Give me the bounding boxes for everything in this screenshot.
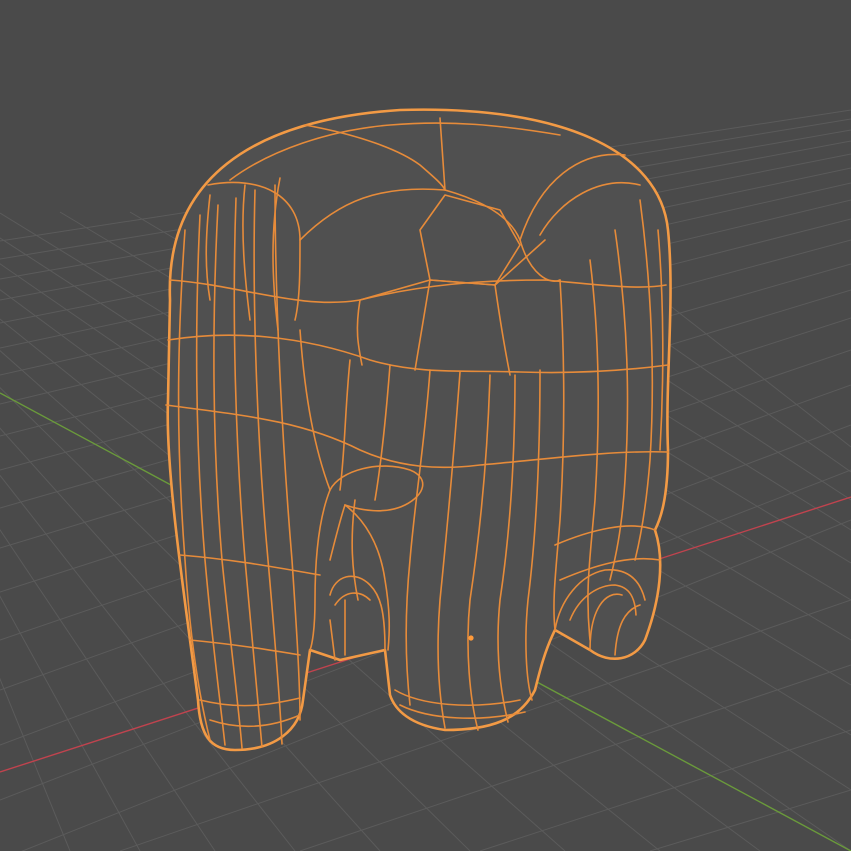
- object-origin-dot: [468, 635, 474, 641]
- elephant-mesh[interactable]: [165, 108, 672, 752]
- 3d-viewport[interactable]: [0, 0, 851, 851]
- viewport-canvas[interactable]: [0, 0, 851, 851]
